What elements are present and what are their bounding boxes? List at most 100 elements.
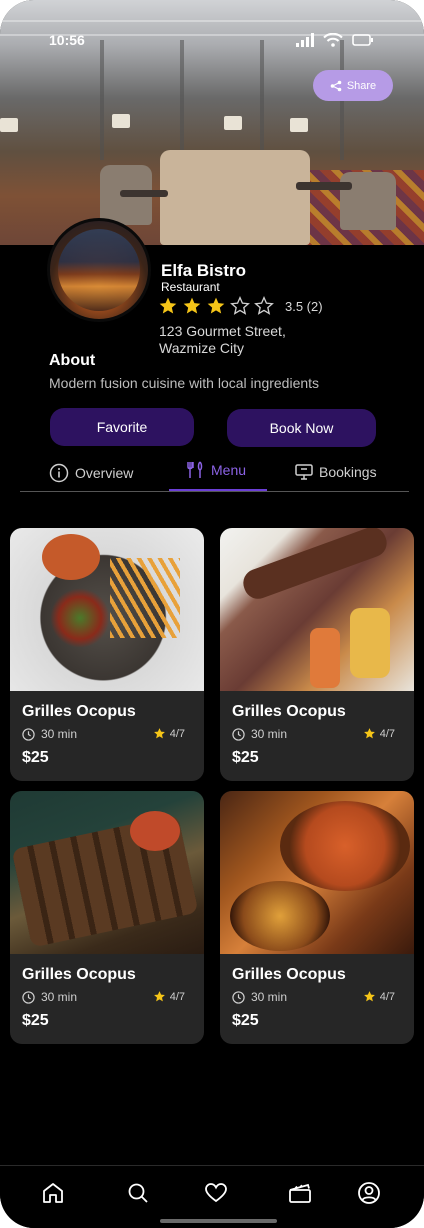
tab-menu[interactable]: Menu [187,461,246,479]
monitor-icon [295,464,313,480]
star-filled-icon [153,728,165,739]
star-filled-icon [207,297,225,314]
search-icon [128,1183,148,1203]
rating-text: 3.5 (2) [285,299,323,314]
status-icons [296,33,374,47]
clock-icon [232,727,245,741]
home-icon [43,1183,63,1203]
menu-item-time-text: 30 min [41,727,78,741]
about-text: Modern fusion cuisine with local ingredi… [49,375,320,391]
star-filled-icon [183,297,201,314]
heart-icon [205,1183,227,1203]
menu-item-rating-text: 4/7 [169,990,185,1003]
booth-seat [160,150,310,245]
menu-item-time: 30 min [22,990,77,1004]
dish-photo [220,791,414,954]
menu-item-rating-text: 4/7 [379,727,395,740]
salad [50,588,110,648]
star-filled-icon [153,991,165,1002]
cellular-signal-icon [296,33,314,47]
home-indicator [160,1219,277,1223]
status-time: 10:56 [49,32,85,48]
menu-item-time-text: 30 min [41,990,78,1004]
burger-bun [42,534,100,580]
nav-favorites[interactable] [203,1180,229,1206]
dish-photo [10,791,204,954]
star-filled-icon [363,991,375,1002]
fries [110,558,180,638]
ceiling-line [0,20,424,22]
address-line-1: 123 Gourmet Street, [159,323,286,339]
chair [340,172,396,230]
skewer [239,528,391,603]
status-bar: 10:56 [0,30,424,52]
menu-item-card[interactable]: Grilles Ocopus 30 min 4/7 $25 [220,791,414,1044]
lamp [224,116,242,130]
window-column [180,40,184,160]
star-outline-icon [230,296,250,315]
window-column [100,40,104,160]
menu-item-rating-text: 4/7 [169,727,185,740]
carrot [310,628,340,688]
menu-item-title: Grilles Ocopus [232,966,346,983]
menu-item-card[interactable]: Grilles Ocopus 30 min 4/7 $25 [10,528,204,781]
menu-item-rating-text: 4/7 [379,990,395,1003]
share-button[interactable]: Share [313,70,393,101]
tab-bookings[interactable]: Bookings [295,463,377,481]
book-now-button[interactable]: Book Now [227,409,376,447]
potato [350,608,390,678]
restaurant-type: Restaurant [161,280,220,294]
lamp [112,114,130,128]
rice-plate [230,881,330,951]
clapperboard-icon [289,1183,311,1203]
address-line-2: Wazmize City [159,340,245,356]
menu-item-title: Grilles Ocopus [22,966,136,983]
star-filled-icon [159,297,177,314]
nav-home[interactable] [40,1180,66,1206]
battery-icon [352,34,373,46]
clock-icon [232,990,245,1004]
rating-stars [158,296,274,316]
menu-item-title: Grilles Ocopus [232,703,346,720]
menu-item-rating: 4/7 [153,990,185,1003]
enchilada-plate [280,801,410,891]
dish-photo [10,528,204,691]
menu-item-card[interactable]: Grilles Ocopus 30 min 4/7 $25 [10,791,204,1044]
tab-overview[interactable]: Overview [49,463,133,483]
menu-item-price: $25 [22,1012,49,1029]
nav-search[interactable] [125,1180,151,1206]
clock-icon [22,990,35,1004]
menu-item-time: 30 min [22,727,77,741]
menu-item-price: $25 [232,749,259,766]
menu-item-time: 30 min [232,990,287,1004]
tab-menu-label: Menu [211,462,247,478]
share-label: Share [346,79,377,92]
nav-profile[interactable] [356,1180,382,1206]
menu-item-rating: 4/7 [153,727,185,740]
menu-item-time-text: 30 min [251,727,288,741]
wifi-icon [323,33,343,47]
phone-screen: 10:56 Share Elfa Bistro Restaurant 3.5 (… [0,0,424,1228]
utensils-icon [187,461,203,478]
tab-bar: Overview Menu Bookings [20,456,409,492]
tomato-salad [130,811,180,851]
menu-item-time-text: 30 min [251,990,288,1004]
share-icon [330,80,342,91]
favorite-button[interactable]: Favorite [50,408,194,446]
menu-item-rating: 4/7 [363,990,395,1003]
menu-item-rating: 4/7 [363,727,395,740]
about-title: About [49,352,96,369]
menu-item-title: Grilles Ocopus [22,703,136,720]
lamp [290,118,308,132]
active-tab-indicator [169,489,267,491]
nav-media[interactable] [287,1180,313,1206]
menu-item-card[interactable]: Grilles Ocopus 30 min 4/7 $25 [220,528,414,781]
tab-bookings-label: Bookings [319,464,377,480]
lamp [0,118,18,132]
star-filled-icon [363,728,375,739]
profile-icon [358,1182,380,1204]
dining-table [296,182,352,190]
menu-item-price: $25 [22,749,49,766]
menu-item-price: $25 [232,1012,259,1029]
info-icon [49,463,69,483]
